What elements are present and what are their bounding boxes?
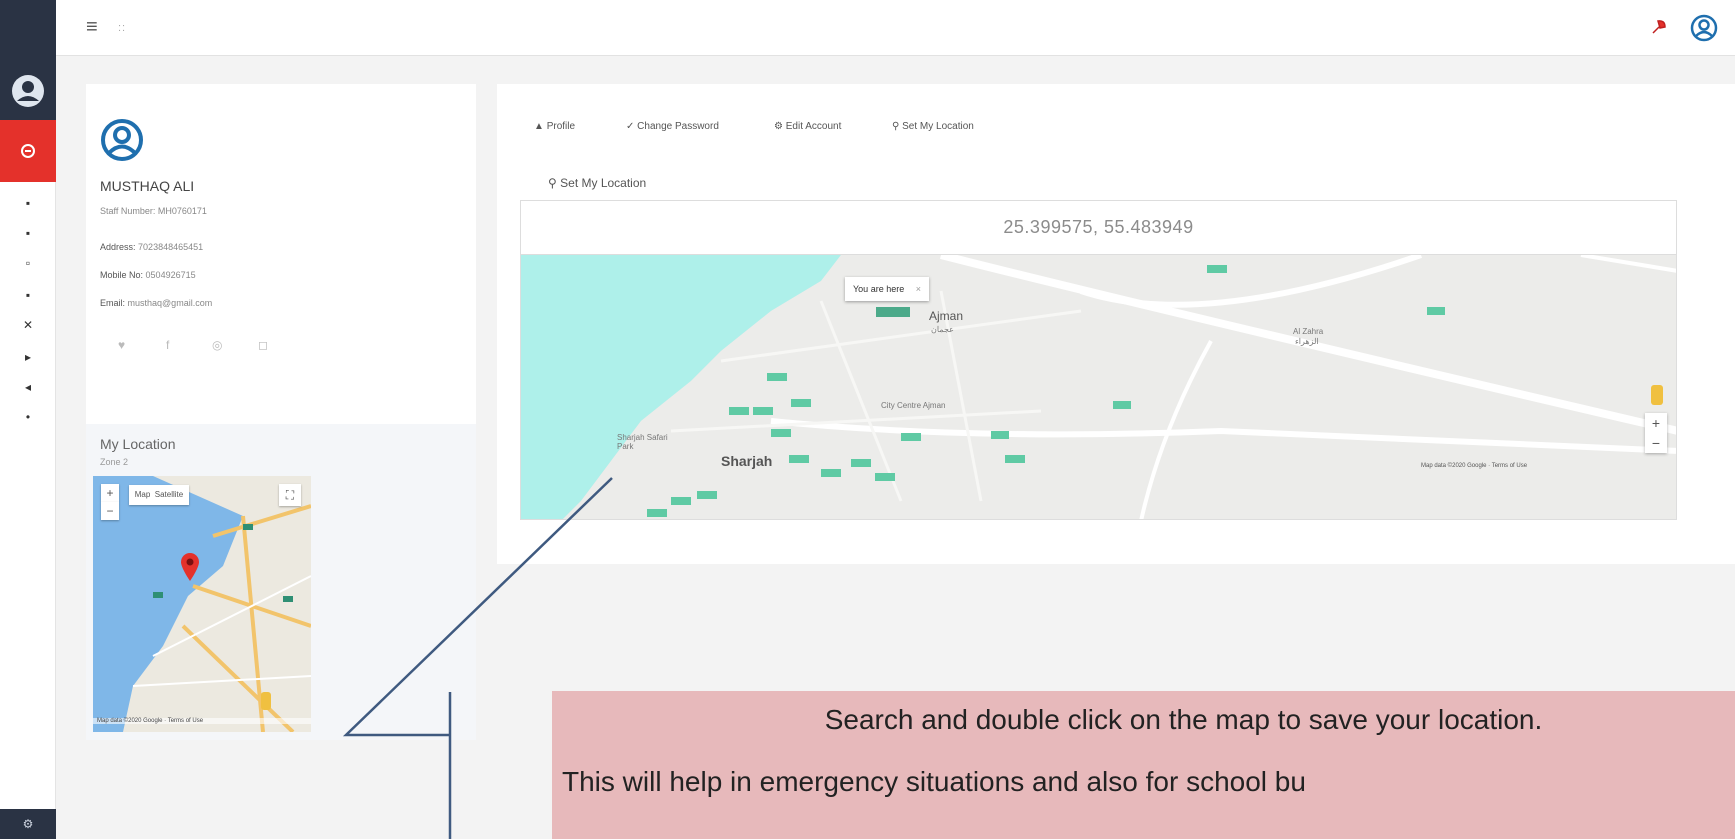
fullscreen-icon[interactable]: ⛶: [279, 484, 301, 506]
map-label-al-zahra-ar: الزهراء: [1295, 337, 1319, 346]
sidebar-item-transport[interactable]: ▸: [0, 350, 56, 364]
profile-avatar-icon: [100, 118, 144, 167]
message-icon: ◂: [24, 380, 32, 394]
sidebar-item-messages[interactable]: ◂: [0, 380, 56, 394]
calendar-icon: ▪: [25, 226, 31, 240]
instagram-icon[interactable]: ◻: [258, 338, 268, 352]
sidebar-item-active[interactable]: [0, 120, 56, 182]
my-location-title: My Location: [100, 436, 176, 452]
set-location-heading: ⚲ Set My Location: [548, 176, 646, 190]
user-avatar-icon: [12, 75, 44, 107]
address-value: 7023848465451: [138, 242, 204, 252]
mobile-value: 0504926715: [145, 270, 196, 280]
dashboard-icon: [21, 144, 35, 158]
email-row: Email: musthaq@gmail.com: [100, 298, 212, 308]
map-marker-icon: [181, 553, 199, 581]
facebook-icon[interactable]: f: [166, 338, 169, 352]
my-location-subtitle: Zone 2: [100, 457, 129, 467]
mini-map[interactable]: + − Map Satellite ⛶ Map data ©2020 Googl…: [93, 476, 311, 732]
google-icon[interactable]: ◎: [212, 338, 222, 352]
tab-set-my-location[interactable]: ⚲ Set My Location: [892, 121, 974, 132]
map-attribution: Map data ©2020 Google · Terms of Use: [1421, 463, 1528, 469]
mobile-row: Mobile No: 0504926715: [100, 270, 196, 280]
profile-card: [86, 84, 476, 424]
map-label-ajman-ar: عجمان: [931, 325, 954, 334]
tab-edit-account-label: Edit Account: [785, 121, 842, 132]
top-bar: [56, 0, 1735, 56]
sidebar-logo-area: [0, 0, 56, 62]
coordinates-bar: 25.399575, 55.483949: [521, 201, 1676, 255]
address-row: Address: 7023848465451: [100, 242, 203, 252]
tab-profile[interactable]: ▲ Profile: [534, 121, 575, 132]
grid-icon[interactable]: ::: [118, 22, 126, 34]
pin-icon: ⚲: [892, 121, 900, 132]
document-icon: ▫: [25, 256, 31, 270]
map-pin-icon: ⚲: [548, 176, 557, 190]
tab-change-password[interactable]: ✓ Change Password: [626, 121, 719, 132]
bus-icon: ▸: [24, 350, 32, 364]
account-icon[interactable]: [1690, 14, 1718, 47]
check-icon: ✓: [626, 121, 635, 132]
zoom-in-button[interactable]: +: [101, 484, 119, 502]
popup-close-icon[interactable]: ×: [916, 277, 921, 301]
map-label-sharjah: Sharjah: [721, 453, 773, 469]
set-location-heading-text: Set My Location: [560, 176, 647, 190]
street-view-icon[interactable]: [1651, 385, 1663, 405]
sidebar-user-avatar[interactable]: [0, 62, 56, 120]
twitter-icon[interactable]: ♥: [118, 338, 125, 352]
map-label-sharjah-park: Sharjah Safari Park: [617, 433, 668, 451]
map-type-map[interactable]: Map: [135, 490, 151, 499]
folder-icon: ▪: [25, 288, 31, 302]
sidebar-item-tools[interactable]: ✕: [0, 318, 56, 332]
sidebar-item-files[interactable]: ▪: [0, 288, 56, 302]
sidebar-item-attendance[interactable]: ▪: [0, 196, 56, 210]
zoom-out-button[interactable]: −: [101, 502, 119, 520]
map-marker-icon[interactable]: [876, 307, 910, 317]
staff-number: Staff Number: MH0760171: [100, 206, 207, 216]
gear-icon: ⚙: [22, 817, 34, 831]
tab-set-my-location-label: Set My Location: [902, 121, 974, 132]
map-label-city-centre: City Centre Ajman: [881, 401, 946, 410]
map-label-ajman: Ajman: [929, 309, 964, 323]
sidebar-item-leave[interactable]: ▪: [0, 226, 56, 240]
pin-icon: •: [25, 410, 31, 424]
zoom-in-button[interactable]: +: [1645, 413, 1667, 433]
mobile-label: Mobile No:: [100, 270, 144, 280]
tab-edit-account[interactable]: ⚙ Edit Account: [774, 121, 841, 132]
hamburger-menu-icon[interactable]: ≡: [86, 16, 98, 39]
zoom-out-button[interactable]: −: [1645, 433, 1667, 453]
zoom-controls: + −: [1645, 413, 1667, 453]
street-view-icon[interactable]: [261, 692, 271, 710]
mini-map-attribution: Map data ©2020 Google · Terms of Use: [93, 718, 311, 724]
sidebar-settings[interactable]: ⚙: [0, 809, 56, 839]
map-label-al-zahra: Al Zahra: [1293, 327, 1324, 336]
tab-profile-label: Profile: [546, 121, 576, 132]
email-value: musthaq@gmail.com: [127, 298, 213, 308]
map-type-satellite[interactable]: Satellite: [155, 490, 183, 499]
tab-change-password-label: Change Password: [637, 121, 719, 132]
map-type-toggle[interactable]: Map Satellite: [129, 485, 189, 505]
sidebar-item-location[interactable]: •: [0, 410, 56, 424]
notification-pin-icon[interactable]: [1650, 18, 1668, 41]
gear-icon: ⚙: [774, 121, 783, 132]
sidebar-item-documents[interactable]: ▫: [0, 256, 56, 270]
coordinates-text: 25.399575, 55.483949: [1003, 217, 1194, 237]
callout-line-1: Search and double click on the map to sa…: [824, 704, 1543, 735]
profile-name: MUSTHAQ ALI: [100, 178, 195, 194]
callout-line-2: This will help in emergency situations a…: [562, 766, 1306, 797]
map-popup-text: You are here: [853, 284, 905, 294]
address-label: Address:: [100, 242, 136, 252]
mini-map-tiles: [93, 476, 311, 732]
user-icon: ▲: [534, 121, 544, 132]
email-label: Email:: [100, 298, 126, 308]
list-icon: ▪: [25, 196, 31, 210]
wrench-icon: ✕: [22, 318, 34, 332]
map-popup: You are here ×: [845, 277, 929, 301]
